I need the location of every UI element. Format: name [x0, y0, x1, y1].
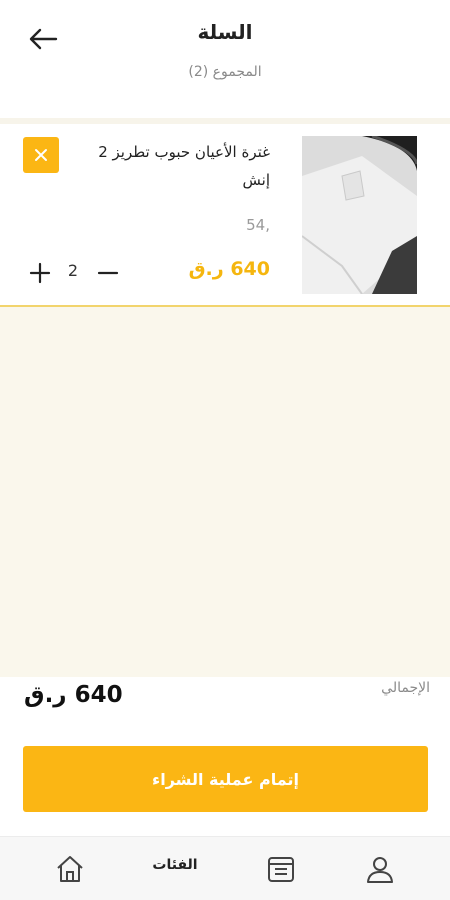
home-icon [57, 856, 83, 882]
cart-empty-area [0, 307, 450, 677]
nav-categories[interactable]: الفئات [140, 857, 210, 873]
plus-icon [29, 262, 51, 284]
nav-orders[interactable] [261, 849, 301, 889]
item-name: غترة الأعيان حبوب تطريز 2 إنش [98, 143, 270, 189]
item-code: 54, [246, 216, 270, 234]
minus-icon [97, 271, 119, 275]
increase-quantity-button[interactable] [25, 258, 55, 288]
checkout-button-label: إتمام عملية الشراء [152, 769, 299, 789]
cart-count: المجموع (2) [188, 64, 262, 80]
page-title: السلة [197, 20, 253, 44]
bottom-nav: الفئات [0, 836, 450, 900]
close-icon [35, 149, 47, 161]
header: السلة المجموع (2) [0, 0, 450, 118]
profile-icon [367, 857, 393, 883]
total-price: 640 ر.ق [24, 682, 123, 708]
total-label: الإجمالي [381, 680, 430, 696]
quantity-value: 2 [67, 261, 79, 280]
product-photo [302, 136, 417, 294]
remove-item-button[interactable] [23, 137, 59, 173]
product-image[interactable] [302, 136, 417, 294]
checkout-button[interactable]: إتمام عملية الشراء [23, 746, 428, 812]
nav-home[interactable] [50, 849, 90, 889]
orders-icon [268, 857, 294, 882]
nav-profile[interactable] [360, 849, 400, 889]
cart-item: غترة الأعيان حبوب تطريز 2 إنش 54, 640 ر.… [0, 124, 450, 306]
item-price: 640 ر.ق [188, 258, 270, 280]
decrease-quantity-button[interactable] [93, 258, 123, 288]
